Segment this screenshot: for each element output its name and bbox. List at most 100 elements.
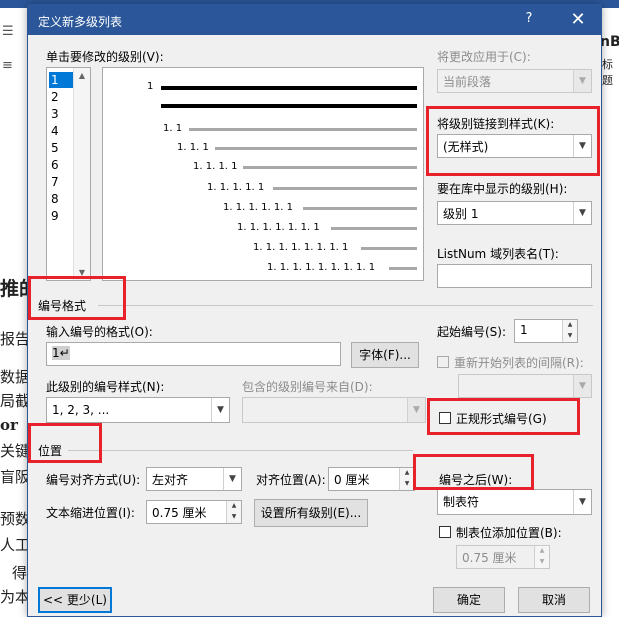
level-item[interactable]: 6 (49, 157, 73, 173)
aligned-at-spinner[interactable]: 0 厘米 ▲ ▼ (328, 467, 415, 491)
level-item[interactable]: 3 (49, 106, 73, 122)
preview-bar (361, 247, 417, 250)
level-item[interactable]: 7 (49, 174, 73, 190)
bg-line: 为本 (0, 588, 31, 606)
alignment-value: 左对齐 (152, 473, 189, 487)
dialog-title: 定义新多级列表 (38, 15, 123, 29)
level-list-scrollbar[interactable]: ▲ ▼ (73, 68, 90, 280)
number-style-select[interactable]: 1, 2, 3, ... ▼ (46, 397, 230, 423)
listnum-input[interactable] (437, 264, 592, 288)
level-item[interactable]: 8 (49, 191, 73, 207)
preview-number: 1. 1. 1. 1 (193, 161, 238, 172)
scroll-up-icon[interactable]: ▲ (74, 71, 90, 80)
tab-stop-spinner[interactable]: 0.75 厘米 ▲ ▼ (456, 545, 550, 569)
include-level-select[interactable]: ▼ (242, 397, 426, 423)
chevron-down-icon: ▼ (211, 398, 229, 422)
spinner-arrows-icon[interactable]: ▲ ▼ (562, 320, 577, 342)
bg-line: 报告 (0, 330, 31, 348)
level-item[interactable]: 1 (49, 72, 73, 88)
apply-to-select[interactable]: 当前段落 ▼ (437, 69, 592, 93)
start-at-spinner[interactable]: 1 ▲ ▼ (514, 319, 578, 343)
start-at-value: 1 (520, 323, 528, 337)
restart-select[interactable]: ▼ (458, 374, 592, 398)
aligned-at-label: 对齐位置(A): (256, 473, 326, 487)
highlight-link-style (426, 106, 600, 176)
level-item[interactable]: 9 (49, 208, 73, 224)
gallery-level-value: 级别 1 (443, 207, 479, 221)
bg-line: 盲阪 (0, 468, 31, 486)
preview-bar (331, 227, 417, 230)
ok-button[interactable]: 确定 (433, 587, 505, 613)
preview-bar (243, 166, 417, 169)
cancel-button[interactable]: 取消 (518, 587, 590, 613)
bg-line: 人工 (0, 536, 31, 554)
format-input[interactable]: 1↵ (46, 342, 341, 366)
highlight-position (28, 423, 102, 463)
chevron-down-icon: ▼ (573, 202, 591, 224)
gallery-level-select[interactable]: 级别 1 ▼ (437, 201, 592, 225)
tab-stop-value: 0.75 厘米 (462, 551, 517, 565)
apply-to-label: 将更改应用于(C): (437, 50, 531, 64)
preview-row: 1 (103, 81, 423, 93)
listnum-label: ListNum 域列表名(T): (437, 247, 559, 261)
bg-line: 局截 (0, 392, 31, 410)
indent-at-spinner[interactable]: 0.75 厘米 ▲ ▼ (146, 500, 242, 524)
restart-checkbox[interactable] (437, 356, 449, 368)
bg-line: 关键 (0, 442, 31, 460)
alignment-select[interactable]: 左对齐 ▼ (146, 467, 242, 491)
spinner-arrows-icon[interactable]: ▲ ▼ (226, 501, 241, 523)
bg-right-text: nBI (600, 34, 619, 50)
preview-bar (161, 104, 417, 108)
preview-row: 1. 1. 1. 1. 1. 1. 1 (103, 222, 423, 234)
gallery-level-label: 要在库中显示的级别(H): (437, 182, 568, 196)
less-button[interactable]: << 更少(L) (38, 587, 112, 613)
preview-number: 1. 1 (163, 123, 183, 134)
bg-line: 预数 (0, 510, 31, 528)
preview-number: 1. 1. 1. 1. 1. 1 (223, 202, 293, 213)
highlight-follow-number (413, 454, 534, 490)
set-all-levels-button[interactable]: 设置所有级别(E)... (254, 499, 368, 527)
preview-row: 1. 1 (103, 123, 423, 135)
preview-bar (215, 147, 417, 150)
level-list-label: 单击要修改的级别(V): (46, 50, 164, 64)
align-icon: ≡ (2, 58, 13, 73)
follow-number-select[interactable]: 制表符 ▼ (437, 489, 592, 515)
preview-row: 1. 1. 1. 1. 1. 1. 1. 1. 1 (103, 262, 423, 274)
spinner-arrows-icon[interactable]: ▲ ▼ (534, 546, 549, 568)
level-preview: 1 1. 1 1. 1. 1 1. 1. 1. 1 1. 1. 1. 1. 1 … (102, 67, 424, 281)
include-level-label: 包含的级别编号来自(D): (242, 380, 373, 394)
help-button[interactable]: ? (518, 11, 540, 29)
font-button[interactable]: 字体(F)... (351, 342, 419, 368)
level-listbox[interactable]: 1 2 3 4 5 6 7 8 9 ▲ ▼ (46, 67, 91, 281)
preview-number: 1. 1. 1. 1. 1. 1. 1 (237, 222, 320, 233)
apply-to-value: 当前段落 (443, 75, 492, 89)
chevron-down-icon: ▼ (573, 375, 591, 397)
preview-bar (189, 128, 417, 131)
follow-number-value: 制表符 (443, 495, 480, 509)
spinner-arrows-icon[interactable]: ▲ ▼ (399, 468, 414, 490)
define-multilevel-list-dialog: 定义新多级列表 ? ✕ 单击要修改的级别(V): 1 2 3 4 5 6 7 8… (27, 4, 602, 617)
preview-bar (161, 86, 417, 90)
level-item[interactable]: 4 (49, 123, 73, 139)
level-item[interactable]: 5 (49, 140, 73, 156)
format-input-label: 输入编号的格式(O): (46, 325, 153, 339)
preview-number: 1. 1. 1. 1. 1. 1. 1. 1 (253, 242, 349, 253)
restart-label: 重新开始列表的间隔(R): (454, 356, 584, 370)
preview-row: 1. 1. 1. 1. 1 (103, 182, 423, 194)
aligned-at-value: 0 厘米 (334, 473, 370, 487)
dialog-titlebar: 定义新多级列表 ? ✕ (28, 5, 601, 35)
bg-line: 得 (12, 564, 28, 582)
preview-number: 1. 1. 1 (177, 142, 209, 153)
preview-row: 1. 1. 1. 1 (103, 161, 423, 173)
close-button[interactable]: ✕ (565, 9, 591, 31)
preview-row: 1. 1. 1. 1. 1. 1. 1. 1 (103, 242, 423, 254)
preview-bar (273, 187, 417, 190)
preview-row: 1. 1. 1. 1. 1. 1 (103, 202, 423, 214)
start-at-label: 起始编号(S): (437, 325, 507, 339)
format-input-value: 1↵ (52, 346, 70, 360)
preview-bar (303, 207, 417, 210)
level-item[interactable]: 2 (49, 89, 73, 105)
chevron-down-icon: ▼ (223, 468, 241, 490)
tab-stop-checkbox[interactable] (439, 526, 451, 538)
preview-row (103, 99, 423, 111)
